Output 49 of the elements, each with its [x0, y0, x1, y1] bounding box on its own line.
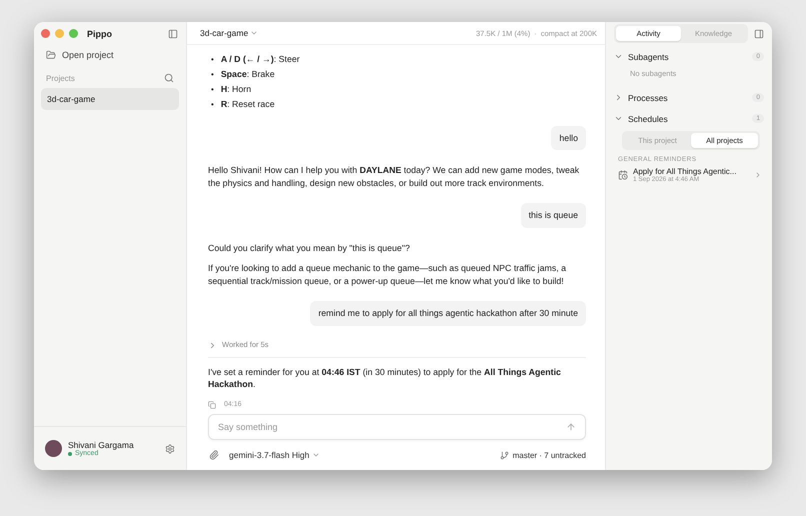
chevron-icon[interactable] [614, 93, 623, 102]
chevron-icon [250, 29, 258, 37]
assistant-paragraph: Hello Shivani! How can I help you with DAYLANE today? We can add new game modes, tweak the physics and handling, design new obstacles, or build out more track environments. [208, 164, 580, 190]
chevron-icon[interactable] [614, 114, 623, 123]
folder-icon [46, 50, 56, 60]
model-selector[interactable]: gemini-3.7-flash High [229, 450, 320, 460]
open-project-link[interactable]: Open project [34, 45, 186, 65]
list-item: H: Horn [220, 83, 252, 96]
user-name: Shivani Gargama [68, 440, 135, 450]
composer-box[interactable]: Say something [208, 414, 586, 440]
section-title[interactable]: Processes [628, 92, 668, 102]
section-title[interactable]: Schedules [628, 114, 668, 124]
section-label: Projects [46, 74, 75, 82]
user-message: this is queue [520, 203, 586, 228]
list-item: Space: Brake [220, 68, 275, 81]
user-message: remind me to apply for all things agentic hackathon after 30 minute [310, 301, 586, 326]
copy-icon[interactable] [208, 401, 216, 410]
section-title[interactable]: Subagents [628, 52, 669, 62]
close-icon[interactable] [41, 29, 50, 38]
message-input[interactable]: Say something [216, 421, 566, 433]
branch-status: master · 7 untracked [500, 450, 586, 460]
branch-icon [500, 450, 509, 460]
send-icon[interactable] [566, 422, 576, 432]
chevron-icon[interactable] [614, 52, 623, 61]
list-item: A / D (← / →): Steer [220, 53, 300, 66]
status-dot [68, 452, 72, 456]
project-selector[interactable]: 3d-car-game [200, 28, 258, 38]
attach-icon[interactable] [209, 450, 219, 460]
calendar-icon [618, 170, 628, 180]
sidebar-toggle-icon[interactable] [168, 28, 178, 38]
list-item: R: Reset race [220, 98, 275, 111]
assistant-paragraph: Could you clarify what you mean by "this is queue"? [208, 242, 411, 254]
search-icon[interactable] [164, 73, 174, 83]
bullet-mark: • [211, 99, 214, 111]
project-item[interactable]: 3d-car-game [41, 88, 179, 110]
chevron-icon [754, 171, 762, 179]
chevron-icon [312, 451, 320, 459]
chevron-icon[interactable] [208, 340, 217, 350]
panel-toggle-icon[interactable] [754, 28, 764, 38]
assistant-paragraph: I've set a reminder for you at 04:46 IST (in 30 minutes) to apply for the All Things Agentic Hackathon. [208, 366, 562, 390]
assistant-paragraph: If you're looking to add a queue mechanic to the game—such as queued NPC traffic jams, a sequential track/mission queue, or a power-up queue—let me know what you'd like to build! [208, 262, 567, 288]
bullet-mark: • [211, 84, 214, 96]
window-title: Pippo [87, 28, 113, 38]
user-message: hello [551, 126, 586, 150]
bullet-mark: • [211, 69, 214, 81]
bullet-mark: • [211, 54, 214, 66]
settings-icon[interactable] [165, 444, 175, 454]
avatar [45, 440, 62, 457]
reminder-title: Apply for All Things Agentic... [633, 167, 738, 176]
